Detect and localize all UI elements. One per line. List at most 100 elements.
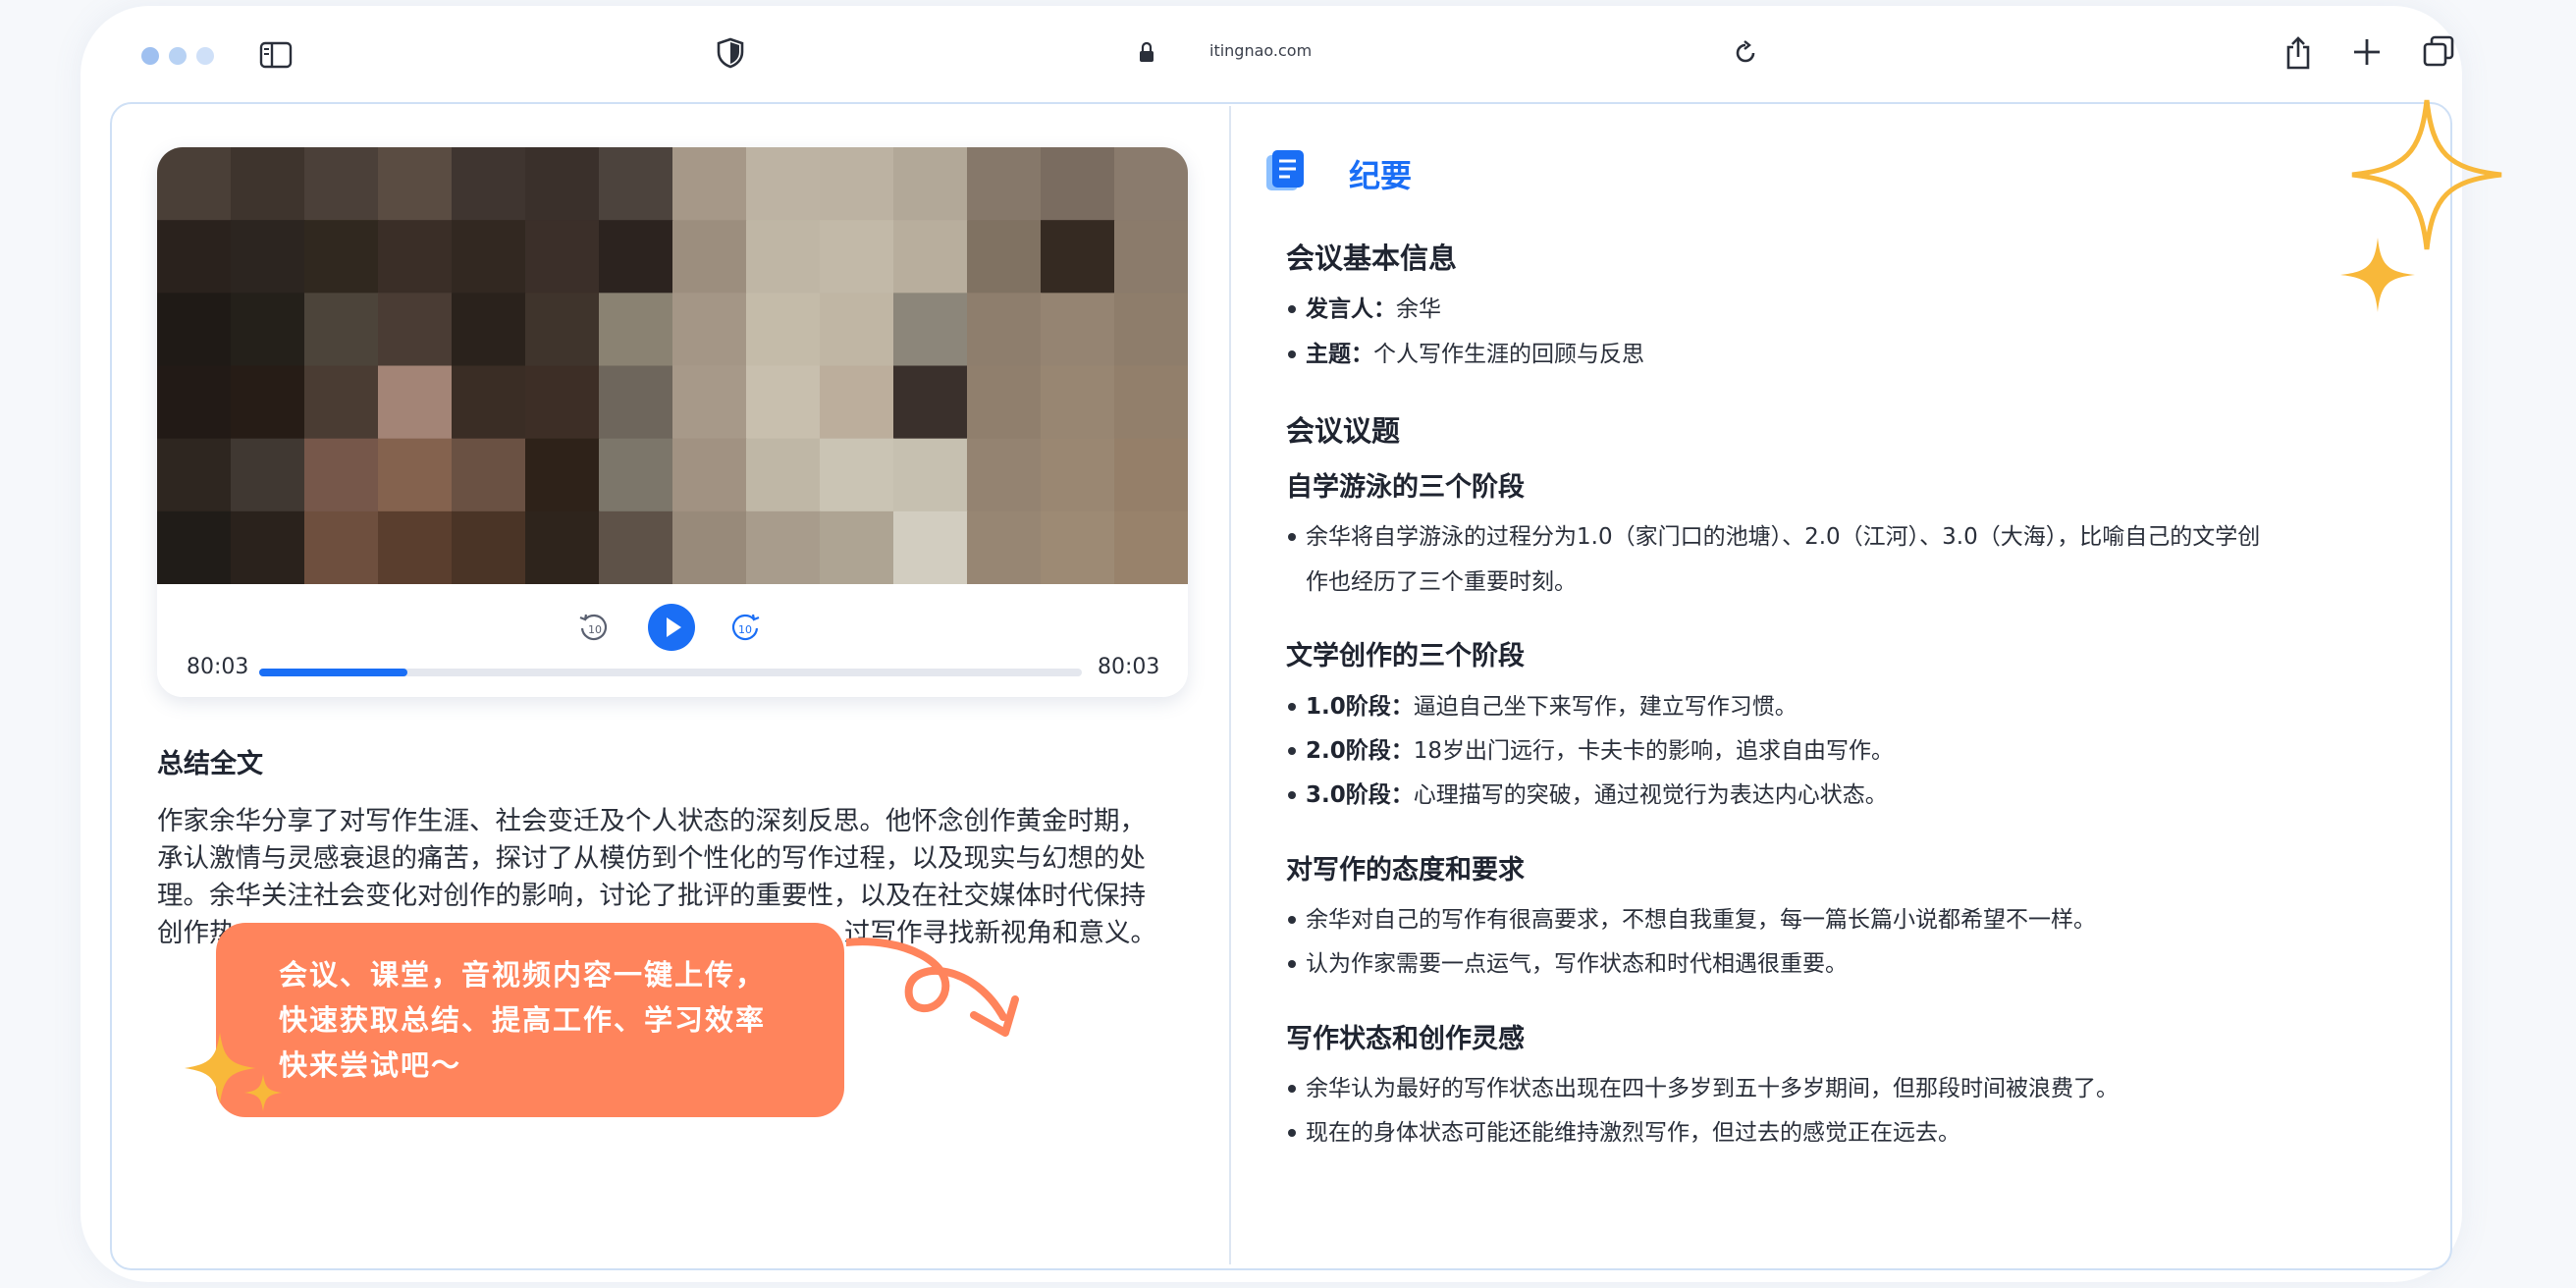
video-pixel-block — [525, 365, 600, 440]
item-text: 余华将自学游泳的过程分为1.0（家门口的池塘）、2.0（江河）、3.0（大海），… — [1306, 524, 2261, 550]
video-player[interactable]: 10 10 80:03 80:03 — [157, 147, 1188, 697]
section-heading: 对写作的态度和要求 — [1286, 855, 1525, 886]
video-pixel-block — [157, 365, 232, 440]
tab-overview-icon[interactable] — [2423, 35, 2454, 67]
list-item: 余华将自学游泳的过程分为1.0（家门口的池塘）、2.0（江河）、3.0（大海），… — [1288, 514, 2346, 605]
video-pixel-block — [157, 293, 232, 367]
progress-track[interactable] — [259, 669, 1082, 676]
svg-text:10: 10 — [738, 623, 752, 636]
video-pixel-block — [820, 438, 894, 512]
video-pixel-block — [378, 293, 453, 367]
item-text: 个人写作生涯的回顾与反思 — [1373, 342, 1644, 367]
new-tab-icon[interactable] — [2352, 37, 2382, 67]
video-pixel-block — [1041, 220, 1115, 295]
minutes-title: 纪要 — [1349, 157, 1413, 194]
video-pixel-block — [599, 293, 673, 367]
reload-icon[interactable] — [1732, 39, 1759, 67]
video-pixel-block — [893, 510, 968, 584]
list-item: 3.0阶段：心理描写的突破，通过视觉行为表达内心状态。 — [1288, 773, 1888, 818]
video-pixel-block — [231, 220, 305, 295]
sidebar-toggle-icon[interactable] — [259, 41, 293, 69]
video-pixel-block — [820, 220, 894, 295]
video-pixel-block — [157, 147, 232, 222]
video-pixel-block — [157, 438, 232, 512]
video-pixel-block — [304, 147, 379, 222]
video-pixel-block — [1114, 147, 1188, 222]
video-pixel-block — [746, 438, 821, 512]
video-pixel-block — [967, 438, 1042, 512]
current-time: 80:03 — [187, 655, 249, 679]
play-icon — [667, 617, 681, 637]
video-pixel-block — [304, 220, 379, 295]
sparkle-star-icon — [2340, 238, 2415, 312]
window-dot-zoom[interactable] — [196, 47, 214, 65]
video-pixel-block — [157, 220, 232, 295]
video-pixel-block — [967, 510, 1042, 584]
video-pixel-block — [599, 220, 673, 295]
video-pixel-block — [893, 365, 968, 440]
video-pixel-block — [820, 147, 894, 222]
shield-icon[interactable] — [717, 37, 744, 69]
video-pixel-block — [599, 510, 673, 584]
play-button[interactable] — [648, 604, 695, 651]
video-pixel-block — [1041, 510, 1115, 584]
video-pixel-block — [452, 220, 526, 295]
share-icon[interactable] — [2283, 35, 2313, 71]
section-heading: 文学创作的三个阶段 — [1286, 641, 1525, 671]
video-pixel-block — [746, 510, 821, 584]
summary-title: 总结全文 — [157, 749, 263, 779]
video-pixel-block — [672, 438, 747, 512]
video-pixel-block — [672, 510, 747, 584]
video-pixel-block — [746, 293, 821, 367]
promo-line: 快速获取总结、提高工作、学习效率 — [279, 1003, 767, 1037]
video-pixel-block — [378, 438, 453, 512]
address-bar-url[interactable]: itingnao.com — [1209, 41, 1312, 60]
section-heading: 写作状态和创作灵感 — [1286, 1024, 1525, 1054]
video-frame-pixelated[interactable] — [157, 147, 1188, 584]
curly-arrow-icon — [846, 938, 1019, 1037]
basic-info-heading: 会议基本信息 — [1286, 242, 1458, 275]
video-pixel-block — [378, 365, 453, 440]
video-pixel-block — [820, 510, 894, 584]
window-dot-minimize[interactable] — [169, 47, 187, 65]
video-pixel-block — [599, 365, 673, 440]
video-pixel-block — [599, 438, 673, 512]
video-pixel-block — [378, 510, 453, 584]
window-dot-close[interactable] — [141, 47, 159, 65]
forward-10-icon[interactable]: 10 — [728, 612, 762, 645]
video-pixel-block — [1114, 365, 1188, 440]
video-pixel-block — [452, 365, 526, 440]
video-pixel-block — [231, 510, 305, 584]
list-item: 1.0阶段：逼迫自己坐下来写作，建立写作习惯。 — [1288, 684, 1798, 729]
item-text: 余华认为最好的写作状态出现在四十多岁到五十多岁期间，但那段时间被浪费了。 — [1306, 1076, 2119, 1101]
video-pixel-block — [1041, 147, 1115, 222]
video-pixel-block — [525, 293, 600, 367]
item-label: 2.0阶段： — [1306, 738, 1414, 764]
video-pixel-block — [893, 220, 968, 295]
promo-bubble: 会议、课堂，音视频内容一键上传， 快速获取总结、提高工作、学习效率 快来尝试吧～ — [216, 923, 844, 1117]
svg-text:10: 10 — [588, 623, 602, 636]
summary-line: 理。余华关注社会变化对创作的影响，讨论了批评的重要性，以及在社交媒体时代保持 — [157, 881, 1146, 911]
item-text: 现在的身体状态可能还能维持激烈写作，但过去的感觉正在远去。 — [1306, 1120, 1960, 1146]
item-label: 3.0阶段： — [1306, 782, 1414, 808]
video-pixel-block — [231, 438, 305, 512]
progress-fill — [259, 669, 407, 676]
section-heading: 自学游泳的三个阶段 — [1286, 472, 1525, 503]
video-pixel-block — [967, 293, 1042, 367]
video-pixel-block — [1041, 293, 1115, 367]
browser-toolbar: itingnao.com — [80, 6, 2462, 104]
video-pixel-block — [452, 147, 526, 222]
video-pixel-block — [820, 293, 894, 367]
video-pixel-block — [231, 365, 305, 440]
video-pixel-block — [304, 510, 379, 584]
video-pixel-block — [452, 510, 526, 584]
video-pixel-block — [304, 438, 379, 512]
video-pixel-block — [452, 293, 526, 367]
promo-line: 快来尝试吧～ — [279, 1048, 462, 1082]
video-pixel-block — [967, 220, 1042, 295]
topics-heading: 会议议题 — [1286, 414, 1401, 448]
video-pixel-block — [746, 365, 821, 440]
panel-divider — [1229, 106, 1231, 1264]
video-pixel-block — [378, 220, 453, 295]
rewind-10-icon[interactable]: 10 — [577, 612, 611, 645]
